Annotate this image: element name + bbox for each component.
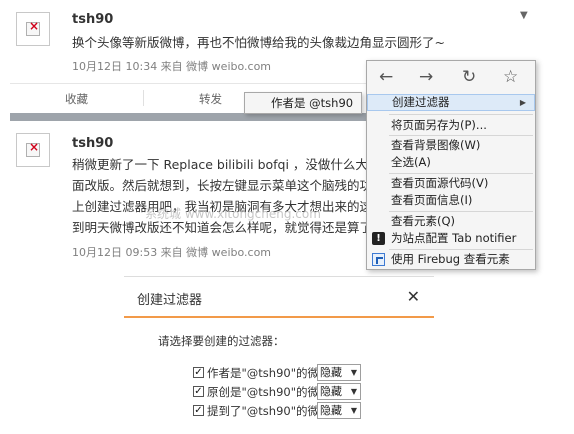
menu-item-create-filter[interactable]: 创建过滤器 ▶: [367, 94, 535, 111]
post-1-meta: 10月12日 10:34 来自 微博 weibo.com: [72, 60, 272, 73]
broken-image-icon: [26, 19, 40, 36]
menu-separator: [389, 173, 533, 174]
post-2-username[interactable]: tsh90: [72, 136, 113, 151]
dialog-prompt: 请选择要创建的过滤器：: [158, 334, 285, 348]
filter-option-label: 原创是"@tsh90"的微博: [207, 385, 331, 399]
menu-separator: [389, 135, 533, 136]
post-2-meta: 10月12日 09:53 来自 微博 weibo.com: [72, 246, 272, 259]
favorite-button[interactable]: 收藏: [65, 91, 88, 107]
watermark: 系统城 www.xitongcheng.com: [145, 207, 321, 221]
menu-item-view-source[interactable]: 查看页面源代码(V): [367, 175, 535, 192]
post-1-username[interactable]: tsh90: [72, 12, 113, 27]
author-filter-action-select[interactable]: 隐藏 ▼: [317, 364, 361, 381]
chevron-down-icon: ▼: [350, 368, 357, 377]
context-nav-row: ← → ↻ ☆: [367, 61, 535, 93]
action-divider: [143, 90, 144, 106]
submenu-arrow-icon: ▶: [519, 98, 526, 107]
back-icon[interactable]: ←: [379, 67, 393, 87]
create-filter-dialog: 创建过滤器 ✕ 请选择要创建的过滤器： ✓ 作者是"@tsh90"的微博 隐藏 …: [124, 276, 434, 430]
filter-option-label: 提到了"@tsh90"的微博: [207, 404, 331, 418]
menu-item-firebug-inspect[interactable]: 使用 Firebug 查看元素: [367, 251, 535, 268]
post-1-avatar[interactable]: [16, 12, 50, 46]
menu-separator: [389, 114, 533, 115]
original-filter-checkbox[interactable]: ✓: [193, 386, 204, 397]
post-2-text-line-1: 稍微更新了一下 Replace bilibili bofqi ，没做什么大的: [72, 157, 381, 172]
menu-item-save-page-as[interactable]: 将页面另存为(P)...: [367, 117, 535, 134]
post-2-text-line-2: 面改版。然后就想到，长按左键显示菜单这个脑残的功: [72, 178, 373, 193]
chevron-down-icon[interactable]: ▼: [520, 10, 528, 21]
author-filter-checkbox[interactable]: ✓: [193, 367, 204, 378]
broken-image-icon: [26, 140, 40, 157]
select-value: 隐藏: [320, 385, 342, 398]
close-icon[interactable]: ✕: [407, 287, 420, 306]
post-2-avatar[interactable]: [16, 133, 50, 167]
menu-item-label: 使用 Firebug 查看元素: [391, 252, 510, 266]
select-value: 隐藏: [320, 366, 342, 379]
filter-option-label: 作者是"@tsh90"的微博: [207, 366, 331, 380]
submenu-item-author-filter[interactable]: 作者是 @tsh90: [244, 92, 362, 114]
menu-separator: [389, 211, 533, 212]
menu-item-label: 创建过滤器: [392, 95, 450, 109]
select-value: 隐藏: [320, 404, 342, 417]
mentions-filter-action-select[interactable]: 隐藏 ▼: [317, 402, 361, 419]
repost-button[interactable]: 转发: [199, 91, 222, 107]
menu-item-select-all[interactable]: 全选(A): [367, 154, 535, 171]
mentions-filter-checkbox[interactable]: ✓: [193, 405, 204, 416]
forward-icon[interactable]: →: [419, 67, 433, 87]
menu-item-tab-notifier[interactable]: ! 为站点配置 Tab notifier: [367, 230, 535, 247]
dialog-divider: [124, 316, 434, 318]
chevron-down-icon: ▼: [350, 387, 357, 396]
bookmark-star-icon[interactable]: ☆: [503, 67, 518, 87]
firebug-inspect-icon: [372, 253, 385, 266]
menu-item-view-background[interactable]: 查看背景图像(W): [367, 137, 535, 154]
original-filter-action-select[interactable]: 隐藏 ▼: [317, 383, 361, 400]
chevron-down-icon: ▼: [350, 406, 357, 415]
menu-item-inspect-element[interactable]: 查看元素(Q): [367, 213, 535, 230]
menu-item-view-page-info[interactable]: 查看页面信息(I): [367, 192, 535, 209]
dialog-title: 创建过滤器: [137, 293, 203, 308]
menu-item-label: 为站点配置 Tab notifier: [391, 231, 517, 245]
post-1-text: 换个头像等新版微博，再也不怕微博给我的头像裁边角显示圆形了~: [72, 35, 445, 50]
menu-separator: [389, 249, 533, 250]
tab-notifier-icon: !: [372, 232, 385, 245]
reload-icon[interactable]: ↻: [462, 67, 476, 87]
context-menu: ← → ↻ ☆ 创建过滤器 ▶ 将页面另存为(P)... 查看背景图像(W) 全…: [366, 60, 536, 270]
